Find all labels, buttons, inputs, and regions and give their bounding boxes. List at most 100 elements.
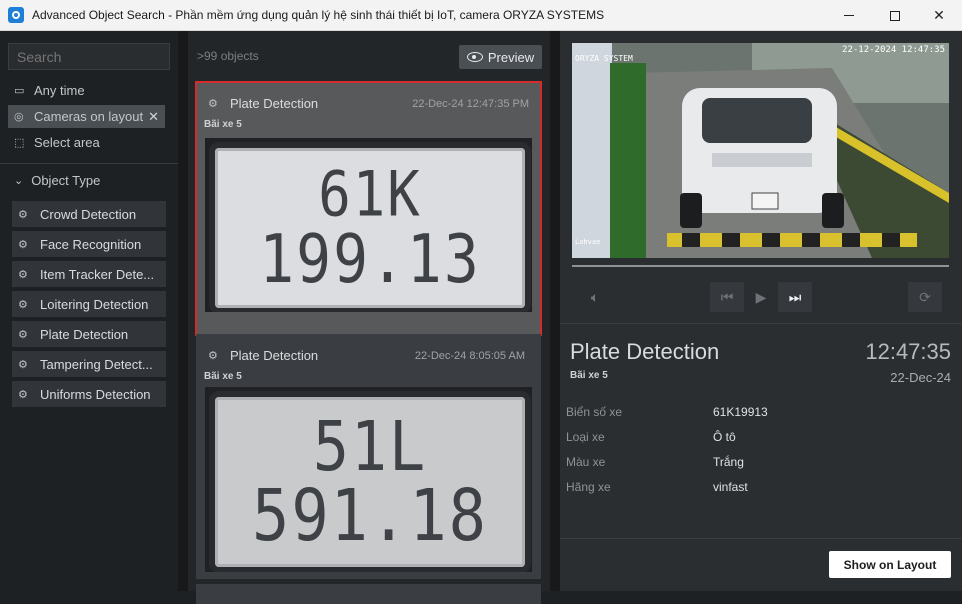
chip-icon: ⚙	[18, 328, 28, 341]
filter-panel: ▭ Any time ◎ Cameras on layout ✕ ⬚ Selec…	[0, 31, 178, 591]
panel-splitter[interactable]	[550, 31, 560, 591]
search-input[interactable]	[8, 43, 170, 70]
panel-splitter[interactable]	[178, 31, 188, 591]
attr-key: Loại xe	[566, 430, 605, 444]
chip-icon: ⚙	[18, 268, 28, 281]
card-location: Bãi xe 5	[204, 119, 242, 130]
attr-key: Hãng xe	[566, 480, 611, 494]
chip-icon: ⚙	[18, 298, 28, 311]
clear-filter-icon[interactable]: ✕	[148, 109, 159, 125]
play-icon: ▶︎	[755, 288, 767, 305]
skip-back-button[interactable]: ⏮︎	[710, 282, 744, 312]
card-time: 22-Dec-24 12:47:35 PM	[412, 98, 529, 110]
area-filter[interactable]: ⬚ Select area	[8, 131, 100, 154]
detail-time: 12:47:35	[865, 339, 951, 364]
playback-progress[interactable]	[572, 265, 949, 267]
close-button[interactable]: ✕	[916, 0, 962, 31]
type-face-recognition[interactable]: ⚙ Face Recognition	[12, 231, 166, 257]
chip-icon: ⚙	[18, 208, 28, 221]
plate-line-1: 51L	[312, 406, 428, 488]
type-crowd-detection[interactable]: ⚙ Crowd Detection	[12, 201, 166, 227]
show-on-layout-button[interactable]: Show on Layout	[829, 551, 951, 578]
repeat-icon: ⟳	[919, 288, 931, 305]
skip-forward-icon: ⏭︎	[788, 288, 802, 305]
license-plate: 61K 199.13	[215, 148, 525, 308]
divider	[560, 538, 962, 539]
plate-line-2: 591.18	[252, 473, 488, 558]
type-item-tracker[interactable]: ⚙ Item Tracker Dete...	[12, 261, 166, 287]
eye-icon	[466, 52, 483, 62]
card-header: ⚙ Plate Detection	[208, 96, 318, 111]
select-area-icon: ⬚	[14, 136, 25, 149]
skip-back-icon: ⏮︎	[720, 288, 734, 305]
attr-value: 61K19913	[713, 405, 768, 419]
card-type: Plate Detection	[230, 348, 319, 363]
chevron-down-icon: ⌄	[14, 175, 24, 187]
result-card-selected[interactable]: ⚙ Plate Detection 22-Dec-24 12:47:35 PM …	[195, 81, 542, 336]
chip-icon: ⚙	[208, 350, 218, 362]
time-filter-label: Any time	[34, 83, 85, 98]
skip-forward-button[interactable]: ⏭︎	[778, 282, 812, 312]
cameras-filter-label: Cameras on layout	[34, 109, 144, 124]
detail-title: Plate Detection	[570, 339, 720, 364]
cameras-filter[interactable]: ◎ Cameras on layout ✕	[8, 105, 165, 128]
chip-icon: ⚙	[18, 358, 28, 371]
play-button[interactable]: ▶︎	[744, 282, 778, 312]
type-label: Face Recognition	[40, 236, 142, 252]
attr-key: Biển số xe	[566, 405, 623, 419]
minimize-button[interactable]	[826, 0, 872, 31]
minimize-icon	[844, 15, 854, 16]
type-label: Crowd Detection	[40, 206, 137, 222]
parking-scene	[572, 43, 949, 258]
chip-icon: ⚙	[208, 98, 218, 110]
osd-name: ORYZA SYSTEM	[575, 54, 633, 63]
type-label: Loitering Detection	[40, 296, 149, 312]
card-header: ⚙ Plate Detection	[208, 348, 318, 363]
plate-line-2: 199.13	[259, 219, 481, 299]
card-location: Bãi xe 5	[204, 371, 242, 382]
close-icon: ✕	[933, 7, 945, 23]
preview-panel: 22-12-2024 12:47:35 ORYZA SYSTEM Lohvae …	[560, 31, 962, 591]
chip-icon: ⚙	[18, 388, 28, 401]
results-panel: >99 objects Preview ⚙ Plate Detection 22…	[188, 31, 550, 604]
type-label: Uniforms Detection	[40, 386, 151, 402]
preview-label: Preview	[487, 49, 535, 65]
volume-icon: 🔈︎	[590, 288, 600, 305]
progress-fill	[572, 265, 949, 267]
volume-button[interactable]: 🔈︎	[578, 282, 612, 312]
divider	[560, 323, 962, 324]
osd-camera-label: Lohvae	[575, 238, 601, 246]
camera-icon: ◎	[14, 110, 24, 123]
type-label: Plate Detection	[40, 326, 129, 342]
maximize-icon	[890, 10, 900, 21]
divider	[0, 163, 178, 164]
attr-value: Trắng	[713, 455, 744, 469]
type-label: Item Tracker Dete...	[40, 266, 155, 282]
chip-icon: ⚙	[18, 238, 28, 251]
attr-value: vinfast	[713, 480, 748, 494]
result-card[interactable]: ⚙ Plate Detection 22-Dec-24 8:05:05 AM B…	[196, 334, 541, 579]
time-filter[interactable]: ▭ Any time	[8, 79, 85, 102]
plate-image: 61K 199.13	[205, 138, 532, 312]
type-uniforms-detection[interactable]: ⚙ Uniforms Detection	[12, 381, 166, 407]
type-label: Tampering Detect...	[40, 356, 153, 372]
object-type-header[interactable]: ⌄ Object Type	[14, 173, 100, 188]
license-plate: 51L 591.18	[215, 397, 525, 567]
object-type-label: Object Type	[31, 173, 101, 188]
type-tampering-detection[interactable]: ⚙ Tampering Detect...	[12, 351, 166, 377]
title-bar: Advanced Object Search - Phần mềm ứng dụ…	[0, 0, 962, 31]
type-plate-detection[interactable]: ⚙ Plate Detection	[12, 321, 166, 347]
type-loitering-detection[interactable]: ⚙ Loitering Detection	[12, 291, 166, 317]
result-card[interactable]	[196, 584, 541, 604]
card-time: 22-Dec-24 8:05:05 AM	[414, 350, 525, 362]
attr-value: Ô tô	[713, 430, 736, 444]
results-count: >99 objects	[197, 49, 259, 63]
app-logo-icon	[8, 7, 24, 23]
detail-date: 22-Dec-24	[890, 370, 951, 385]
preview-button[interactable]: Preview	[459, 45, 542, 69]
maximize-button[interactable]	[872, 0, 918, 31]
loop-button[interactable]: ⟳	[908, 282, 942, 312]
card-type: Plate Detection	[230, 96, 319, 111]
area-filter-label: Select area	[34, 135, 100, 150]
window-title: Advanced Object Search - Phần mềm ứng dụ…	[32, 8, 605, 22]
